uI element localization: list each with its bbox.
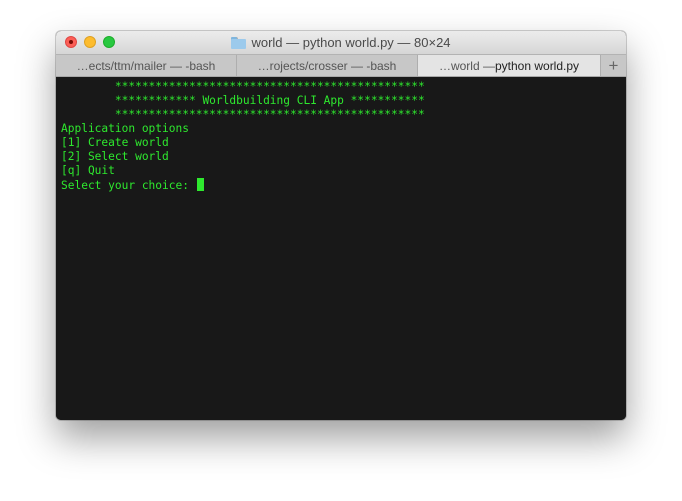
tab-bar: …ects/ttm/mailer — -bash …rojects/crosse… — [56, 54, 626, 77]
tab-label-main: python world.py — [494, 58, 580, 73]
terminal-window: world — python world.py — 80×24 …ects/tt… — [56, 31, 626, 420]
tab-label-prefix: …world — — [438, 58, 495, 73]
text-cursor — [196, 178, 204, 191]
banner-title: ************ Worldbuilding CLI App *****… — [61, 94, 425, 107]
tab-mailer[interactable]: …ects/ttm/mailer — -bash — [56, 55, 237, 76]
folder-icon — [231, 36, 247, 49]
banner-bottom: ****************************************… — [61, 108, 425, 121]
title-bar[interactable]: world — python world.py — 80×24 — [56, 31, 626, 54]
new-tab-button[interactable]: + — [601, 55, 626, 76]
choice-prompt: Select your choice: — [61, 179, 196, 192]
tab-crosser[interactable]: …rojects/crosser — -bash — [237, 55, 418, 76]
option-quit: [q] Quit — [61, 164, 115, 177]
banner-top: ****************************************… — [61, 80, 425, 93]
terminal-content[interactable]: ****************************************… — [56, 77, 626, 420]
tab-label: …rojects/crosser — -bash — [257, 58, 397, 73]
window-title: world — python world.py — 80×24 — [251, 35, 451, 50]
choice-prompt-line[interactable]: Select your choice: — [61, 178, 626, 192]
tab-world-active[interactable]: …world — python world.py — [418, 55, 601, 76]
window-title-group: world — python world.py — 80×24 — [56, 31, 626, 54]
option-create-world: [1] Create world — [61, 136, 169, 149]
tab-label: …ects/ttm/mailer — -bash — [76, 58, 216, 73]
plus-icon: + — [608, 55, 619, 75]
options-heading: Application options — [61, 122, 189, 135]
option-select-world: [2] Select world — [61, 150, 169, 163]
